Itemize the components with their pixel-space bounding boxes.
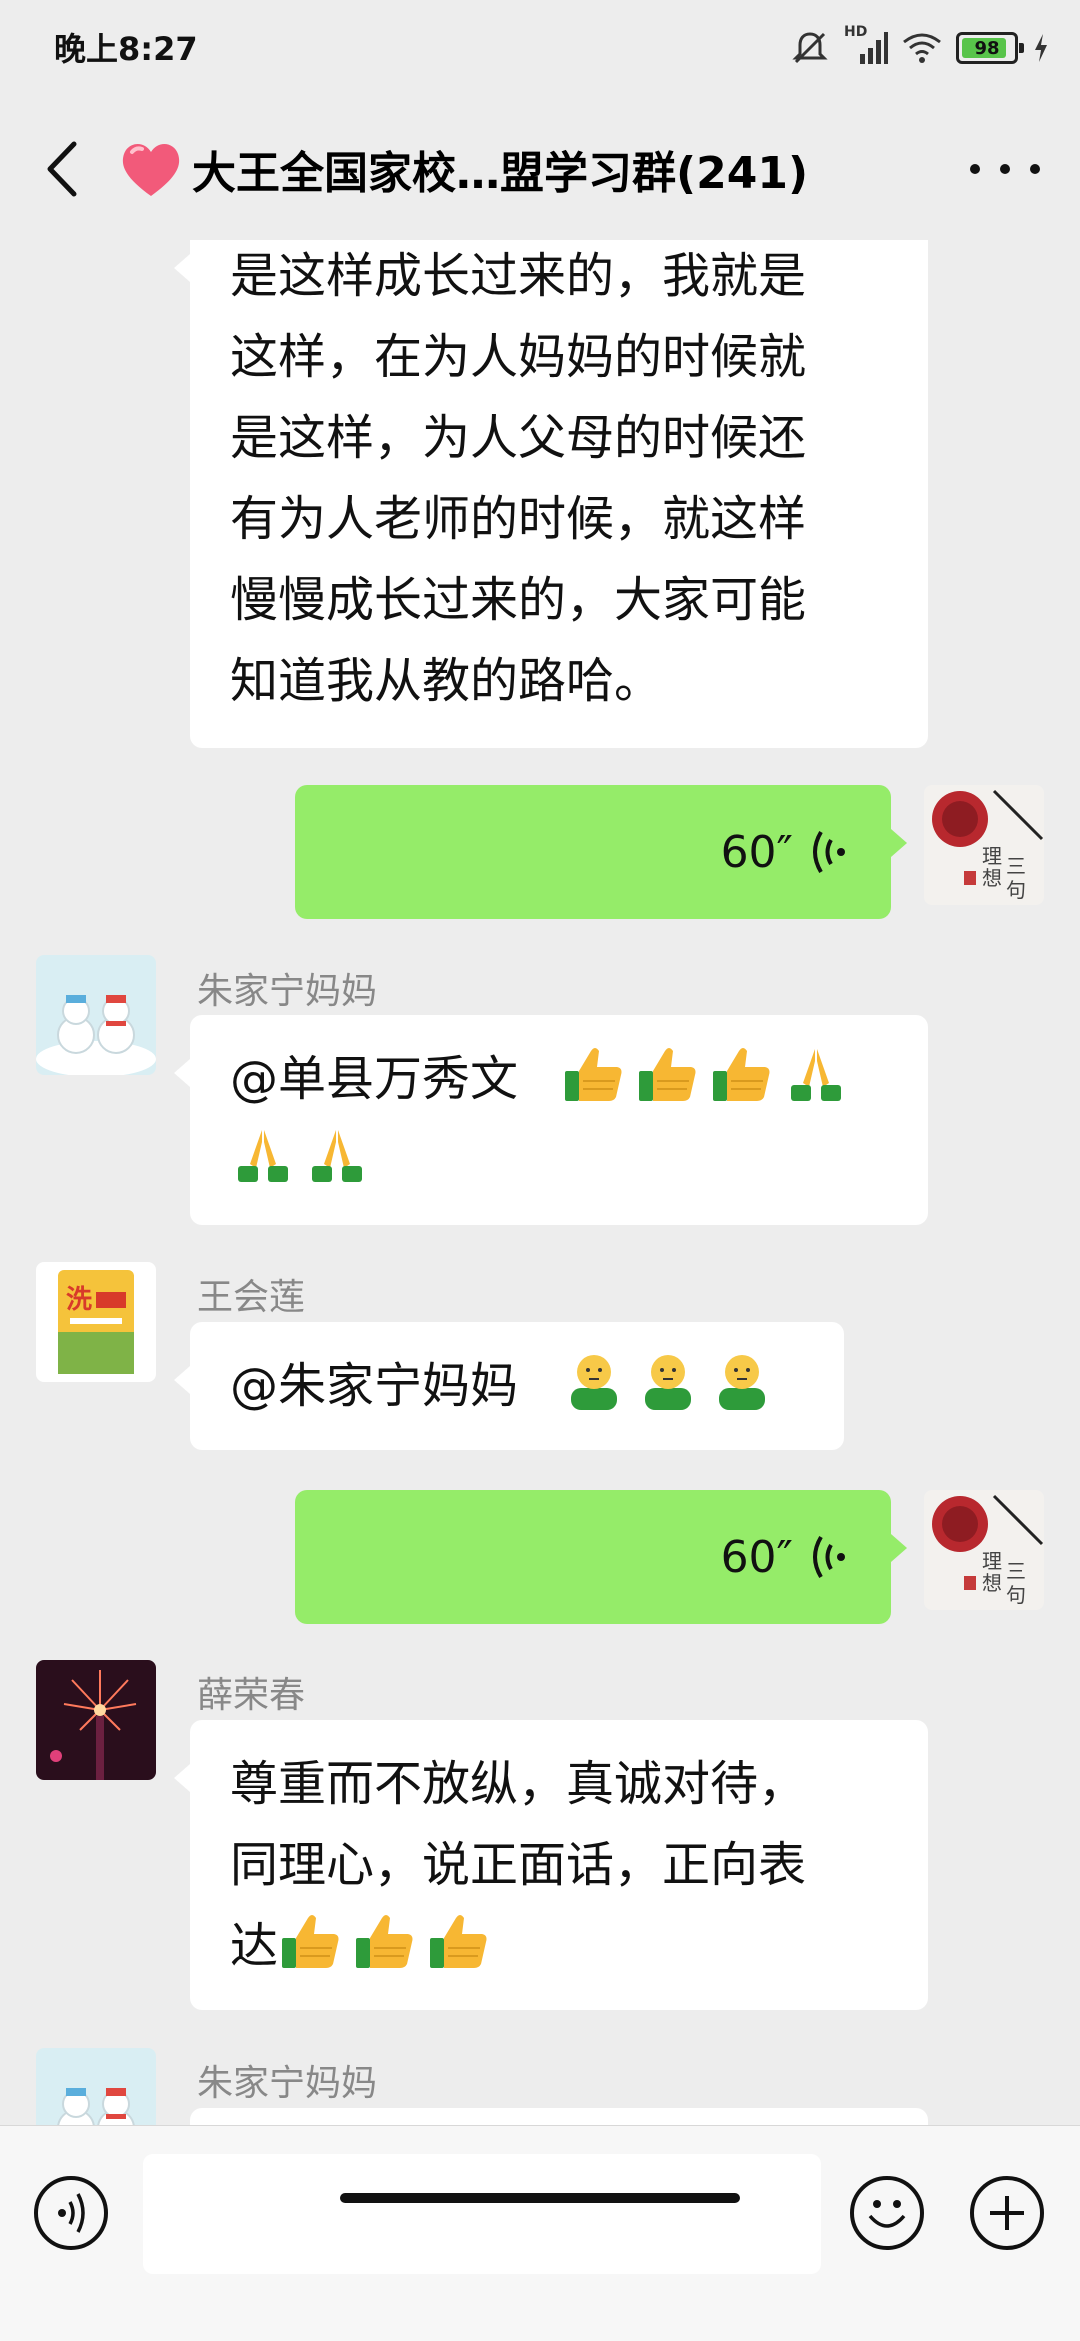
message-line: 有为人老师的时候，就这样 — [230, 491, 807, 547]
battery-indicator: 98 — [956, 32, 1024, 64]
wifi-icon — [903, 33, 941, 63]
svg-text:句: 句 — [1006, 1583, 1026, 1607]
more-options-button[interactable] — [970, 148, 1040, 190]
message-line: 尊重而不放纵，真诚对待， — [230, 1756, 807, 1812]
message-line: 慢慢成长过来的，大家可能 — [230, 572, 807, 628]
voice-duration: 60″ — [720, 826, 793, 878]
voice-wave-icon — [813, 1535, 845, 1579]
more-functions-button[interactable] — [970, 2176, 1044, 2250]
more-dot — [970, 164, 980, 174]
chat-title[interactable]: 大王全国家校…盟学习群(241) — [118, 133, 908, 205]
svg-text:三: 三 — [1006, 854, 1026, 878]
sender-name: 薛荣春 — [197, 1675, 306, 1716]
status-icons: HD 98 — [790, 22, 1050, 74]
chat-header: 大王全国家校…盟学习群(241) — [0, 98, 1080, 240]
sender-avatar[interactable]: 洗 — [36, 1262, 156, 1382]
message-bubble[interactable]: 尊重而不放纵，真诚对待， 同理心，说正面话，正向表 达 — [174, 1720, 928, 2010]
my-avatar[interactable]: 理 想 三 句 — [924, 785, 1044, 905]
thumbs-up-icon — [709, 1041, 775, 1107]
message-bubble[interactable]: 是这样成长过来的，我就是 这样，在为人妈妈的时候就 是这样，为人父母的时候还 有… — [174, 240, 928, 748]
sender-name: 朱家宁妈妈 — [197, 971, 378, 1012]
message-line: 知道我从教的路哈。 — [230, 653, 663, 709]
my-avatar[interactable]: 理 想 三 句 — [924, 1490, 1044, 1610]
message-line: 是这样，为人父母的时候还 — [230, 410, 807, 466]
message-line: 这样，在为人妈妈的时候就 — [230, 329, 807, 385]
battery-cap — [1019, 43, 1024, 53]
chat-messages[interactable]: 是这样成长过来的，我就是 这样，在为人妈妈的时候就 是这样，为人父母的时候还 有… — [0, 240, 1080, 2125]
signal-icon: HD — [844, 24, 888, 68]
heart-icon — [122, 143, 180, 196]
voice-message[interactable]: 60″ — [295, 1490, 907, 1624]
chat-title-text: 大王全国家校…盟学习群(241) — [192, 148, 809, 199]
person-icon — [561, 1348, 627, 1414]
voice-mode-button[interactable] — [34, 2176, 108, 2250]
more-dot — [1030, 164, 1040, 174]
back-icon[interactable] — [36, 136, 92, 202]
message-text: @单县万秀文 — [230, 1051, 519, 1107]
folded-hands-icon — [230, 1122, 296, 1188]
svg-text:句: 句 — [1006, 878, 1026, 902]
folded-hands-icon — [783, 1041, 849, 1107]
person-icon — [709, 1348, 775, 1414]
sender-avatar[interactable] — [36, 955, 156, 1075]
battery-level: 98 — [974, 37, 1000, 59]
thumbs-up-icon — [561, 1041, 627, 1107]
message-bubble[interactable]: @单县万秀文 — [174, 1015, 928, 1225]
home-indicator[interactable] — [340, 2193, 740, 2203]
thumbs-up-icon — [278, 1908, 344, 1974]
status-time: 晚上8:27 — [54, 30, 198, 68]
folded-hands-icon — [304, 1122, 370, 1188]
voice-wave-icon — [813, 830, 845, 874]
svg-text:洗: 洗 — [66, 1285, 92, 1315]
charging-icon — [1035, 34, 1047, 62]
message-line: 是这样成长过来的，我就是 — [230, 248, 807, 304]
thumbs-up-icon — [635, 1041, 701, 1107]
sender-name: 朱家宁妈妈 — [197, 2063, 378, 2104]
emoji-button[interactable] — [850, 2176, 924, 2250]
message-bubble[interactable]: @朱家宁妈妈 — [174, 1322, 844, 1450]
thumbs-up-icon — [426, 1908, 492, 1974]
message-bubble[interactable] — [190, 2108, 928, 2125]
svg-text:想: 想 — [982, 866, 1002, 890]
mute-icon — [792, 32, 828, 64]
status-bar: 晚上8:27 HD 98 — [0, 0, 1080, 98]
plus-icon — [990, 2196, 1024, 2230]
message-text: @朱家宁妈妈 — [230, 1358, 519, 1414]
sender-avatar[interactable] — [36, 2048, 156, 2125]
message-line: 同理心，说正面话，正向表 — [230, 1837, 807, 1893]
voice-duration: 60″ — [720, 1531, 793, 1583]
svg-text:想: 想 — [982, 1571, 1002, 1595]
message-line: 达 — [230, 1918, 279, 1974]
sender-avatar[interactable] — [36, 1660, 156, 1780]
svg-text:理: 理 — [982, 844, 1002, 868]
thumbs-up-icon — [352, 1908, 418, 1974]
svg-text:三: 三 — [1006, 1559, 1026, 1583]
emoji-icon — [868, 2200, 906, 2228]
message-input[interactable] — [143, 2154, 821, 2274]
person-icon — [635, 1348, 701, 1414]
input-bar — [0, 2125, 1080, 2341]
more-dot — [1000, 164, 1010, 174]
voice-mode-icon — [58, 2193, 85, 2233]
voice-message[interactable]: 60″ — [295, 785, 907, 919]
sender-name: 王会莲 — [197, 1277, 306, 1318]
svg-text:理: 理 — [982, 1549, 1002, 1573]
